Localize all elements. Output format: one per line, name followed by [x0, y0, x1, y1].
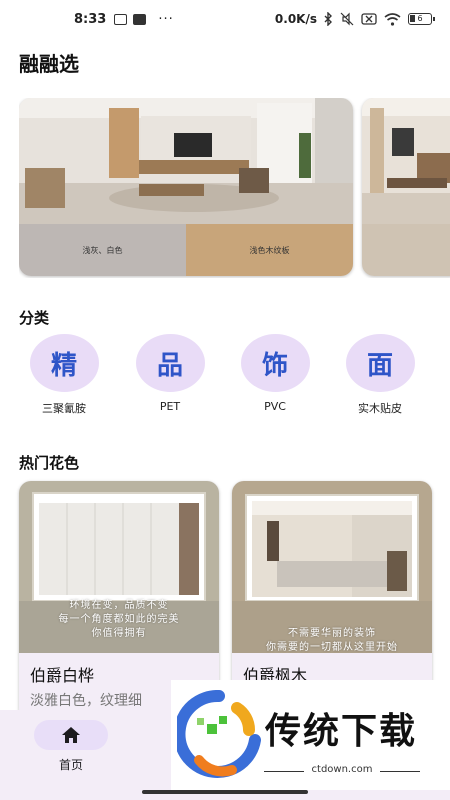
category-icon: 精 — [29, 334, 99, 392]
page-title: 融融选 — [19, 52, 79, 76]
caption-line: 你需要的一切都从这里开始 — [266, 642, 398, 653]
watermark-divider — [380, 771, 420, 772]
dining-room-image — [362, 98, 450, 224]
swatch-label: 浅灰、白色 — [82, 245, 123, 255]
caption-line: 环境在变，品质不变 — [69, 600, 169, 611]
category-wood-veneer[interactable]: 面 实木贴皮 — [335, 334, 425, 416]
nav-label: 首页 — [58, 758, 83, 772]
watermark-logo-icon — [177, 690, 261, 778]
category-pvc[interactable]: 饰 PVC — [230, 334, 320, 413]
status-time: 8:33 — [74, 11, 107, 27]
nav-home-indicator — [34, 720, 108, 750]
battery-icon: 6 — [408, 13, 435, 25]
caption-line: 每一个角度都如此的完美 — [58, 614, 180, 625]
network-speed: 0.0K/s — [274, 12, 317, 26]
swatch-smoke: 烟 — [362, 224, 450, 276]
hot-colors-title: 热门花色 — [19, 454, 80, 472]
watermark-sub: ctdown.com — [311, 764, 373, 775]
swatch-strip: 烟 — [362, 224, 450, 276]
category-label: PVC — [264, 400, 286, 413]
category-label: 实木贴皮 — [358, 402, 402, 415]
product-name: 伯爵白桦 — [30, 666, 95, 685]
categories-title: 分类 — [19, 309, 50, 327]
watermark-text: 传统下载 — [265, 711, 418, 752]
status-right: 0.0K/s 6 — [274, 12, 435, 26]
status-bar: 8:33 ··· 0.0K/s 6 — [0, 0, 450, 38]
watermark: 传统下载 ctdown.com — [171, 680, 450, 790]
more-notifications-icon: ··· — [158, 11, 174, 27]
caption-line: 不需要华丽的装饰 — [288, 628, 376, 639]
swatch-strip: 浅灰、白色 浅色木纹板 — [19, 224, 353, 276]
swatch-light-gray-white: 浅灰、白色 — [19, 224, 186, 276]
category-pet[interactable]: 品 PET — [125, 334, 215, 413]
banner-carousel[interactable]: 浅灰、白色 浅色木纹板 烟 — [19, 98, 450, 278]
category-melamine[interactable]: 精 三聚氰胺 — [19, 334, 109, 416]
product-caption: 不需要华丽的装饰 你需要的一切都从这里开始 — [232, 627, 432, 655]
notification-icons: ··· — [114, 12, 173, 27]
battery-level: 6 — [417, 14, 423, 23]
nav-item-home[interactable]: 首页 — [33, 720, 109, 773]
product-description: 淡雅白色，纹理细 — [30, 693, 142, 709]
home-icon — [62, 727, 80, 743]
notification-icon — [114, 13, 128, 25]
category-icon: 饰 — [240, 334, 310, 392]
category-icon: 品 — [135, 334, 205, 392]
message-icon — [133, 13, 147, 25]
category-label: 三聚氰胺 — [42, 402, 86, 415]
swatch-label: 浅色木纹板 — [249, 245, 290, 255]
mute-icon — [340, 12, 354, 26]
caption-line: 你值得拥有 — [91, 628, 147, 639]
banner-card[interactable]: 烟 — [362, 98, 450, 276]
gesture-bar[interactable] — [142, 790, 308, 794]
banner-card[interactable]: 浅灰、白色 浅色木纹板 — [19, 98, 353, 276]
bluetooth-icon — [324, 12, 332, 26]
category-label: PET — [159, 400, 181, 413]
swatch-light-wood: 浅色木纹板 — [186, 224, 353, 276]
product-caption: 环境在变，品质不变 每一个角度都如此的完美 你值得拥有 — [19, 599, 219, 641]
wifi-icon — [384, 12, 401, 26]
living-room-image — [19, 98, 353, 224]
no-sim-icon — [361, 13, 377, 25]
category-list: 精 三聚氰胺 品 PET 饰 PVC 面 实木贴皮 — [0, 334, 450, 420]
category-icon: 面 — [345, 334, 415, 392]
